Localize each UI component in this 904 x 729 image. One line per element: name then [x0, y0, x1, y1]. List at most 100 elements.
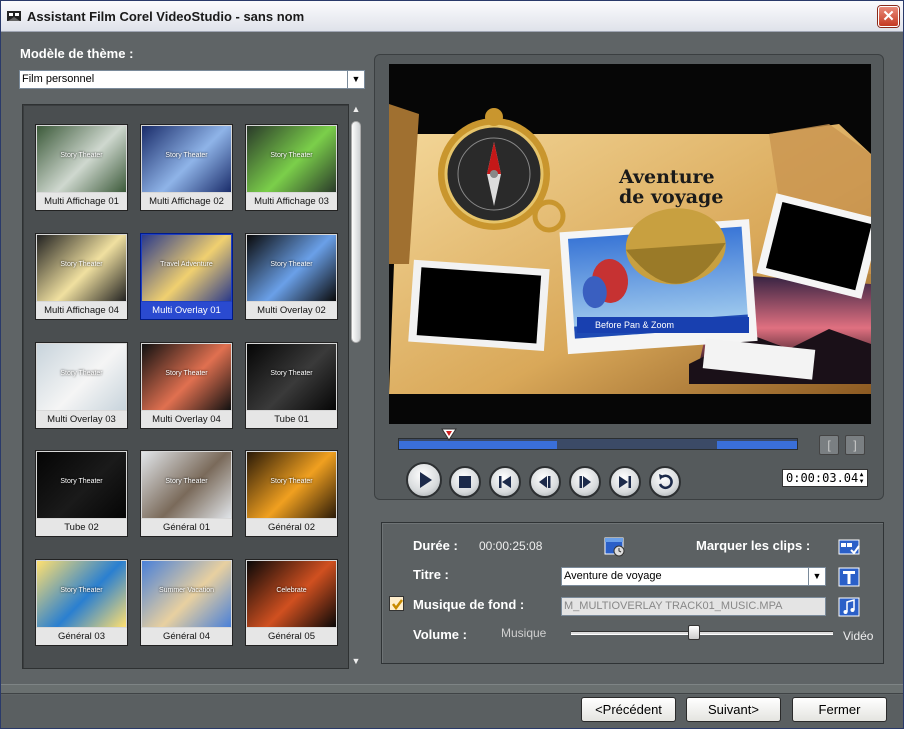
go-to-start-button[interactable]: [489, 466, 521, 498]
theme-category-select[interactable]: Film personnel ▼: [19, 70, 365, 89]
previous-frame-button[interactable]: [529, 466, 561, 498]
template-thumbnail[interactable]: Story Theater Général 03: [35, 559, 128, 646]
stop-button[interactable]: [449, 466, 481, 498]
timeline-segment: [399, 441, 557, 449]
template-thumbnail[interactable]: Story Theater Général 01: [140, 450, 233, 537]
skip-end-icon: [619, 476, 631, 488]
preview-timeline[interactable]: [398, 438, 798, 450]
template-preview-image: Travel Adventure: [142, 235, 231, 301]
music-file-field[interactable]: M_MULTIOVERLAY TRACK01_MUSIC.MPA: [561, 597, 826, 616]
template-overlay-text: Story Theater: [165, 478, 208, 485]
go-to-end-button[interactable]: [609, 466, 641, 498]
template-preview-image: Story Theater: [247, 452, 336, 518]
volume-music-label: Musique: [501, 626, 547, 640]
template-label: Général 02: [246, 519, 337, 536]
template-overlay-text: Story Theater: [165, 370, 208, 377]
next-frame-button[interactable]: [569, 466, 601, 498]
stop-icon: [459, 476, 471, 488]
close-button[interactable]: Fermer: [792, 697, 887, 722]
template-thumbnail[interactable]: Summer Vacation Général 04: [140, 559, 233, 646]
timecode-field[interactable]: 0:00:03.04 ▲ ▼: [782, 469, 868, 487]
mark-out-button[interactable]: ]: [845, 435, 865, 455]
check-icon: [392, 599, 403, 611]
template-thumbnail[interactable]: Story Theater Multi Affichage 03: [245, 124, 338, 211]
template-preview-image: Story Theater: [37, 235, 126, 301]
scroll-up-icon[interactable]: ▲: [349, 104, 363, 116]
template-overlay-text: Summer Vacation: [158, 587, 215, 594]
spin-icon[interactable]: ▲ ▼: [857, 471, 866, 485]
play-icon: [420, 472, 432, 488]
step-back-icon: [539, 476, 551, 488]
template-label: Multi Overlay 01: [141, 302, 232, 319]
template-preview-image: Story Theater: [142, 344, 231, 410]
template-thumbnail[interactable]: Story Theater Tube 01: [245, 342, 338, 429]
next-button[interactable]: Suivant>: [686, 697, 781, 722]
skip-start-icon: [499, 476, 511, 488]
mark-clips-label: Marquer les clips :: [696, 538, 811, 553]
template-thumbnail[interactable]: Celebrate Général 05: [245, 559, 338, 646]
template-preview-image: Story Theater: [142, 452, 231, 518]
chevron-down-icon[interactable]: ▼: [347, 71, 364, 88]
window-title: Assistant Film Corel VideoStudio - sans …: [27, 9, 305, 24]
template-thumbnail[interactable]: Story Theater Tube 02: [35, 450, 128, 537]
template-overlay-text: Story Theater: [60, 370, 103, 377]
close-window-button[interactable]: ✕: [878, 6, 899, 27]
template-preview-image: Story Theater: [247, 344, 336, 410]
template-label: Multi Overlay 03: [36, 411, 127, 428]
template-label: Multi Affichage 01: [36, 193, 127, 210]
text-title-icon[interactable]: [837, 566, 861, 588]
title-select-value: Aventure de voyage: [564, 570, 662, 582]
template-overlay-text: Story Theater: [270, 478, 313, 485]
template-label: Multi Overlay 04: [141, 411, 232, 428]
title-bar: Assistant Film Corel VideoStudio - sans …: [1, 1, 903, 32]
background-music-checkbox[interactable]: [389, 596, 404, 611]
music-note-icon[interactable]: [837, 596, 861, 618]
scrollbar-thumb[interactable]: [351, 121, 361, 343]
template-overlay-text: Story Theater: [270, 152, 313, 159]
corel-app-icon: [7, 11, 21, 21]
volume-slider[interactable]: [571, 631, 833, 635]
repeat-button[interactable]: [649, 466, 681, 498]
template-thumbnail[interactable]: Travel Adventure Multi Overlay 01: [140, 233, 233, 320]
video-preview: Aventure de voyage Before Pan & Zoom: [389, 64, 871, 424]
template-label: Multi Affichage 03: [246, 193, 337, 210]
title-label: Titre :: [413, 567, 449, 582]
play-button[interactable]: [406, 462, 442, 498]
template-preview-image: Story Theater: [247, 126, 336, 192]
template-label: Tube 01: [246, 411, 337, 428]
duration-value: 00:00:25:08: [479, 539, 543, 553]
theme-category-value: Film personnel: [22, 73, 95, 85]
title-select[interactable]: Aventure de voyage ▼: [561, 567, 826, 586]
mark-clips-icon[interactable]: [837, 536, 861, 558]
template-overlay-text: Travel Adventure: [160, 261, 213, 268]
template-preview-image: Story Theater: [37, 452, 126, 518]
template-overlay-text: Story Theater: [270, 261, 313, 268]
template-thumbnail[interactable]: Story Theater Multi Affichage 04: [35, 233, 128, 320]
mark-in-button[interactable]: [: [819, 435, 839, 455]
footer-separator: [1, 684, 903, 694]
background-music-label: Musique de fond :: [413, 597, 525, 612]
duration-settings-icon[interactable]: [603, 536, 627, 558]
scroll-down-icon[interactable]: ▼: [349, 656, 363, 668]
repeat-icon: [658, 474, 673, 490]
template-preview-image: Story Theater: [37, 126, 126, 192]
duration-label: Durée :: [413, 538, 458, 553]
previous-button[interactable]: <Précédent: [581, 697, 676, 722]
template-label: Général 03: [36, 628, 127, 645]
template-thumbnail[interactable]: Story Theater Multi Overlay 03: [35, 342, 128, 429]
template-label: Général 05: [246, 628, 337, 645]
template-thumbnail[interactable]: Story Theater Multi Affichage 02: [140, 124, 233, 211]
gallery-scrollbar[interactable]: ▲ ▼: [349, 104, 363, 669]
preview-caption: Before Pan & Zoom: [577, 317, 749, 333]
template-thumbnail[interactable]: Story Theater Général 02: [245, 450, 338, 537]
template-thumbnail[interactable]: Story Theater Multi Overlay 04: [140, 342, 233, 429]
template-overlay-text: Story Theater: [60, 587, 103, 594]
wizard-window: Assistant Film Corel VideoStudio - sans …: [0, 0, 904, 729]
chevron-down-icon[interactable]: ▼: [808, 568, 825, 585]
template-thumbnail[interactable]: Story Theater Multi Overlay 02: [245, 233, 338, 320]
volume-slider-knob[interactable]: [688, 625, 701, 640]
preview-scene: [389, 64, 871, 424]
playhead-icon[interactable]: [441, 428, 457, 442]
template-thumbnail[interactable]: Story Theater Multi Affichage 01: [35, 124, 128, 211]
template-overlay-text: Story Theater: [165, 152, 208, 159]
